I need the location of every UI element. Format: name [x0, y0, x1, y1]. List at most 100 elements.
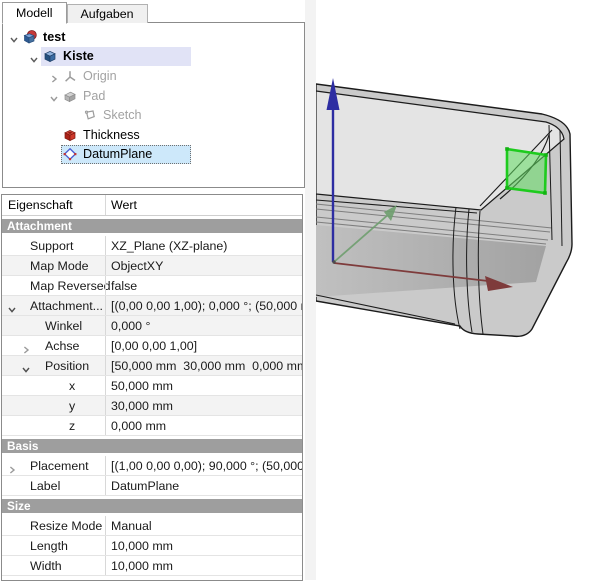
property-value[interactable]: [0,00 0,00 1,00]	[111, 339, 197, 353]
document-icon	[23, 30, 37, 44]
property-row-width[interactable]: Width10,000 mm	[2, 556, 302, 576]
column-divider[interactable]	[105, 195, 106, 215]
column-divider	[105, 456, 106, 475]
tree-item-content[interactable]: Sketch	[81, 106, 146, 125]
column-divider	[105, 556, 106, 575]
tree-item-content[interactable]: Pad	[61, 86, 109, 105]
column-divider	[105, 336, 106, 355]
property-value[interactable]: [(1,00 0,00 0,00); 90,000 °; (50,000 ...	[111, 459, 303, 473]
property-row-attachment[interactable]: Attachment...[(0,00 0,00 1,00); 0,000 °;…	[2, 296, 302, 316]
property-row-z[interactable]: z0,000 mm	[2, 416, 302, 436]
tree-item-label: Pad	[83, 89, 105, 103]
section-size: Size	[2, 496, 302, 516]
property-value[interactable]: 30,000 mm	[111, 399, 173, 413]
property-label: Resize Mode	[30, 519, 102, 533]
property-label: Position	[45, 359, 89, 373]
expander-right-icon[interactable]	[21, 342, 31, 352]
tree-item-thickness[interactable]: Thickness	[3, 125, 304, 145]
tab-modell-label: Modell	[16, 6, 53, 20]
tree-item-content[interactable]: Origin	[61, 67, 121, 86]
tree-item-datumplane[interactable]: DatumPlane	[3, 145, 304, 165]
property-header: Eigenschaft Wert	[2, 195, 302, 216]
property-row-position[interactable]: Position [50,000 mm 30,000 mm 0,000 mm]	[2, 356, 302, 376]
3d-viewport[interactable]	[316, 0, 601, 580]
tree-item-label: DatumPlane	[83, 147, 152, 161]
property-column-wert: Wert	[111, 198, 137, 212]
property-value[interactable]: 50,000 mm	[111, 379, 173, 393]
tree-items: test Kiste Origin Pad SketchThickness DatumPl…	[3, 23, 304, 164]
column-divider	[105, 396, 106, 415]
expander-right-icon[interactable]	[49, 71, 59, 81]
property-label: Achse	[45, 339, 79, 353]
property-row-x[interactable]: x50,000 mm	[2, 376, 302, 396]
tree-item-content[interactable]: Thickness	[61, 125, 144, 144]
tree-item-content[interactable]: DatumPlane	[61, 145, 191, 164]
property-row-map-mode[interactable]: Map ModeObjectXY	[2, 256, 302, 276]
property-row-placement[interactable]: Placement[(1,00 0,00 0,00); 90,000 °; (5…	[2, 456, 302, 476]
thickness-icon	[63, 128, 77, 142]
tree-item-sketch[interactable]: Sketch	[3, 105, 304, 125]
property-row-length[interactable]: Length 10,000 mm	[2, 536, 302, 556]
property-value[interactable]: 10,000 mm	[111, 539, 173, 553]
expander-down-icon[interactable]	[9, 32, 19, 42]
model-tree-panel: test Kiste Origin Pad SketchThickness DatumPl…	[2, 22, 305, 188]
column-divider	[105, 296, 106, 315]
column-divider	[105, 356, 106, 375]
datum-plane[interactable]	[505, 147, 548, 195]
property-row-winkel[interactable]: Winkel0,000 °	[2, 316, 302, 336]
tree-item-content[interactable]: Kiste	[41, 47, 191, 66]
property-label: Map Reversed	[30, 279, 111, 293]
section-bar[interactable]: Attachment	[2, 219, 302, 233]
expander-down-icon[interactable]	[21, 362, 31, 372]
property-value[interactable]: [(0,00 0,00 1,00); 0,000 °; (50,000 m...	[111, 299, 303, 313]
property-value[interactable]: XZ_Plane (XZ-plane)	[111, 239, 227, 253]
expander-down-icon[interactable]	[7, 302, 17, 312]
property-rows: Attachment Support XZ_Plane (XZ-plane) Map …	[2, 216, 302, 576]
tab-modell[interactable]: Modell	[2, 2, 67, 24]
property-value[interactable]: Manual	[111, 519, 152, 533]
property-row-label[interactable]: LabelDatumPlane	[2, 476, 302, 496]
property-value[interactable]: 0,000 °	[111, 319, 150, 333]
section-basis: Basis	[2, 436, 302, 456]
tree-item-label: Origin	[83, 69, 117, 83]
section-attachment: Attachment	[2, 216, 302, 236]
column-divider	[105, 376, 106, 395]
tree-item-test[interactable]: test	[3, 27, 304, 47]
tree-item-kiste[interactable]: Kiste	[3, 47, 304, 67]
tree-item-pad[interactable]: Pad	[3, 86, 304, 106]
property-value[interactable]: ObjectXY	[111, 259, 163, 273]
property-row-resize-mode[interactable]: Resize Mode Manual	[2, 516, 302, 536]
expander-down-icon[interactable]	[29, 52, 39, 62]
column-divider	[105, 256, 106, 275]
column-divider	[105, 276, 106, 295]
datum-plane-corner	[543, 191, 547, 195]
tree-item-label: test	[43, 30, 65, 44]
3d-scene	[316, 0, 601, 580]
property-label: Support	[30, 239, 73, 253]
tree-item-label: Kiste	[63, 49, 94, 63]
datum-plane-corner	[505, 186, 509, 190]
expander-down-icon[interactable]	[49, 91, 59, 101]
section-bar[interactable]: Basis	[2, 439, 302, 453]
tree-item-origin[interactable]: Origin	[3, 66, 304, 86]
property-value[interactable]: [50,000 mm 30,000 mm 0,000 mm]	[111, 359, 303, 373]
property-value[interactable]: DatumPlane	[111, 479, 179, 493]
column-divider	[105, 516, 106, 535]
property-value[interactable]: 0,000 mm	[111, 419, 166, 433]
tab-aufgaben[interactable]: Aufgaben	[67, 4, 148, 23]
tree-item-content[interactable]: test	[21, 28, 69, 47]
property-value[interactable]: false	[111, 279, 137, 293]
dock-tabbar: Modell Aufgaben	[2, 1, 148, 23]
origin-icon	[63, 69, 77, 83]
expander-right-icon[interactable]	[7, 462, 17, 472]
datum-plane-corner	[505, 147, 509, 151]
property-row-y[interactable]: y30,000 mm	[2, 396, 302, 416]
panel-splitter[interactable]	[305, 0, 316, 580]
property-row-map-reversed[interactable]: Map Reversedfalse	[2, 276, 302, 296]
property-label: Length	[30, 539, 68, 553]
property-row-achse[interactable]: Achse [0,00 0,00 1,00]	[2, 336, 302, 356]
property-row-support[interactable]: Support XZ_Plane (XZ-plane)	[2, 236, 302, 256]
section-bar[interactable]: Size	[2, 499, 302, 513]
column-divider	[105, 476, 106, 495]
property-value[interactable]: 10,000 mm	[111, 559, 173, 573]
